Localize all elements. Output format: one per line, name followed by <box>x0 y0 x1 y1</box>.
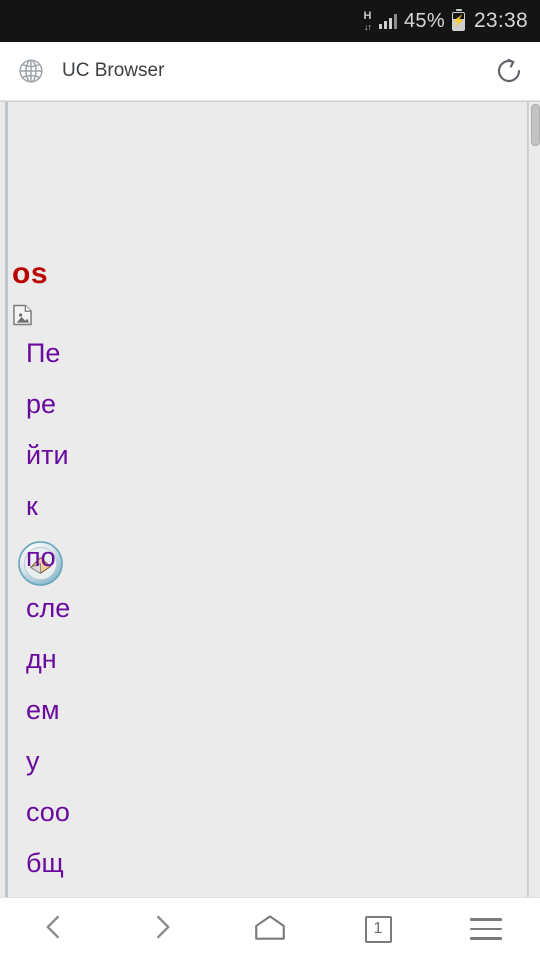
browser-nav-bar: 1 <box>0 897 540 960</box>
link-line: соо <box>26 797 70 827</box>
network-type-icon: H ↓↑ <box>363 9 372 32</box>
reload-icon[interactable] <box>494 56 524 86</box>
forward-chevron-icon <box>147 912 177 947</box>
link-line: бщ <box>26 848 64 878</box>
home-icon <box>252 913 288 946</box>
scrollbar-thumb[interactable] <box>531 104 540 146</box>
browser-app-bar: UC Browser <box>0 42 540 101</box>
back-button[interactable] <box>18 898 90 960</box>
link-line: ем <box>26 695 60 725</box>
link-line: йти <box>26 440 69 470</box>
signal-bars-icon <box>378 13 397 29</box>
link-line: к <box>26 491 38 521</box>
menu-button[interactable] <box>450 898 522 960</box>
page-body: os Пе ре йти к по сле дн ем у соо бщ <box>5 102 528 897</box>
battery-percent-label: 45% <box>404 9 445 32</box>
link-line: у <box>26 746 40 776</box>
home-button[interactable] <box>234 898 306 960</box>
status-bar: H ↓↑ 45% ⚡ 23:38 <box>0 0 540 42</box>
back-chevron-icon <box>39 912 69 947</box>
tab-count-badge: 1 <box>364 915 392 943</box>
clock-label: 23:38 <box>473 9 528 32</box>
forward-button[interactable] <box>126 898 198 960</box>
link-line: по <box>26 542 56 572</box>
network-type-label: H <box>363 9 372 22</box>
broken-image-icon <box>13 304 32 326</box>
tab-switcher-button[interactable]: 1 <box>342 898 414 960</box>
link-line: ре <box>26 389 57 419</box>
link-line: Пе <box>26 338 61 368</box>
vertical-scrollbar[interactable] <box>528 102 540 897</box>
network-arrows-label: ↓↑ <box>364 21 372 32</box>
page-link-perejti[interactable]: Пе ре йти к по сле дн ем у соо бщ <box>26 328 98 889</box>
app-title: UC Browser <box>62 60 165 81</box>
link-line: дн <box>26 644 57 674</box>
hamburger-menu-icon <box>470 918 502 940</box>
battery-charging-icon: ⚡ <box>452 8 465 31</box>
tab-count-label: 1 <box>373 920 383 937</box>
phone-screen: H ↓↑ 45% ⚡ 23:38 UC Browser os Пе ре йти… <box>0 0 540 960</box>
web-page-viewport[interactable]: os Пе ре йти к по сле дн ем у соо бщ <box>0 101 540 897</box>
link-line: сле <box>26 593 71 623</box>
site-brand-text: os <box>12 257 49 290</box>
globe-icon <box>18 58 44 84</box>
